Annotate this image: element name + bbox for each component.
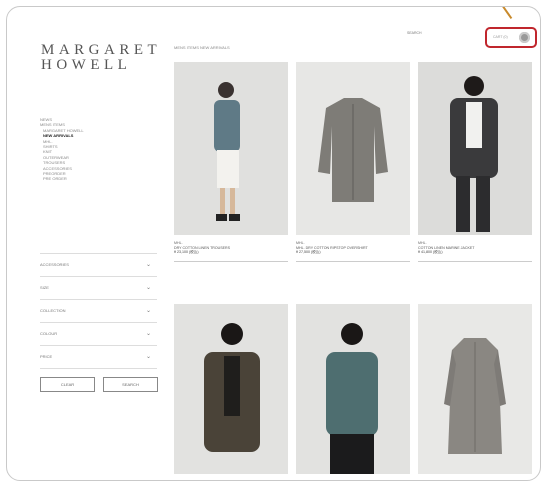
product-image[interactable] xyxy=(418,304,532,474)
chevron-down-icon: ⌄ xyxy=(145,262,151,268)
utility-bar xyxy=(407,29,459,37)
filter-actions: CLEAR SEARCH xyxy=(40,377,158,392)
product-price: ¥ 27,500 (税込) xyxy=(296,250,321,255)
product-price: ¥ 41,800 (税込) xyxy=(418,250,443,255)
filter-label: COLOUR xyxy=(40,331,58,336)
divider xyxy=(418,260,532,262)
filter-label: PRICE xyxy=(40,354,53,359)
filter-collection[interactable]: COLLECTION ⌄ xyxy=(40,299,157,322)
divider xyxy=(174,260,288,262)
model-brown-blazer-image xyxy=(174,304,288,474)
product-image[interactable] xyxy=(296,62,410,235)
search-button[interactable]: SEARCH xyxy=(103,377,158,392)
brand-logo-line2: HOWELL xyxy=(41,57,132,73)
product-card[interactable]: MHL. DRY COTTON LINEN TROUSERS ¥ 23,100 … xyxy=(174,62,288,262)
product-image[interactable] xyxy=(174,62,288,235)
brand-logo[interactable]: MARGARET HOWELL xyxy=(41,43,161,73)
product-card[interactable]: MHL. MHL. DRY COTTON RIPSTOP OVERSHIRT ¥… xyxy=(296,62,410,262)
callout-pointer xyxy=(498,7,524,20)
model-charcoal-jacket-image xyxy=(418,62,532,235)
breadcrumb[interactable]: MENS ITEMS NEW ARRIVALS xyxy=(174,45,230,50)
filter-size[interactable]: SIZE ⌄ xyxy=(40,276,157,299)
filter-panel: ACCESSORIES ⌄ SIZE ⌄ COLLECTION ⌄ COLOUR ⌄ P… xyxy=(40,253,157,369)
clear-button[interactable]: CLEAR xyxy=(40,377,95,392)
product-image[interactable] xyxy=(296,304,410,474)
chevron-down-icon: ⌄ xyxy=(145,285,151,291)
product-card[interactable] xyxy=(174,304,288,474)
product-meta: MHL. COTTON LINEN MARINE JACKET ¥ 41,800… xyxy=(418,241,532,255)
model-teal-shirt-image xyxy=(296,304,410,474)
brand-logo-line1: MARGARET xyxy=(41,42,162,58)
filter-accessories[interactable]: ACCESSORIES ⌄ xyxy=(40,253,157,276)
product-meta: MHL. DRY COTTON LINEN TROUSERS ¥ 23,100 … xyxy=(174,241,288,255)
sidebar-nav: NEWS MENS ITEMS MARGARET HOWELL NEW ARRI… xyxy=(40,117,84,182)
grey-overshirt-image xyxy=(296,62,410,235)
product-image[interactable] xyxy=(418,62,532,235)
product-price: ¥ 23,100 (税込) xyxy=(174,250,199,255)
chevron-down-icon: ⌄ xyxy=(145,308,151,314)
filter-colour[interactable]: COLOUR ⌄ xyxy=(40,322,157,345)
cart-highlight-box xyxy=(485,27,537,48)
model-grey-jacket-image xyxy=(174,62,288,235)
chevron-down-icon: ⌄ xyxy=(145,331,151,337)
grey-long-coat-image xyxy=(418,304,532,474)
product-meta: MHL. MHL. DRY COTTON RIPSTOP OVERSHIRT ¥… xyxy=(296,241,410,255)
browser-frame: MARGARET HOWELL NEWS MENS ITEMS MARGARET… xyxy=(6,6,541,481)
sidebar-item[interactable]: PRE ORDER xyxy=(40,176,84,181)
filter-label: SIZE xyxy=(40,285,49,290)
product-card[interactable] xyxy=(296,304,410,474)
product-image[interactable] xyxy=(174,304,288,474)
chevron-down-icon: ⌄ xyxy=(145,354,151,360)
filter-label: ACCESSORIES xyxy=(40,262,69,267)
filter-label: COLLECTION xyxy=(40,308,66,313)
divider xyxy=(296,260,410,262)
product-card[interactable]: MHL. COTTON LINEN MARINE JACKET ¥ 41,800… xyxy=(418,62,532,262)
search-input[interactable] xyxy=(407,29,459,37)
product-card[interactable] xyxy=(418,304,532,474)
filter-price[interactable]: PRICE ⌄ xyxy=(40,345,157,369)
